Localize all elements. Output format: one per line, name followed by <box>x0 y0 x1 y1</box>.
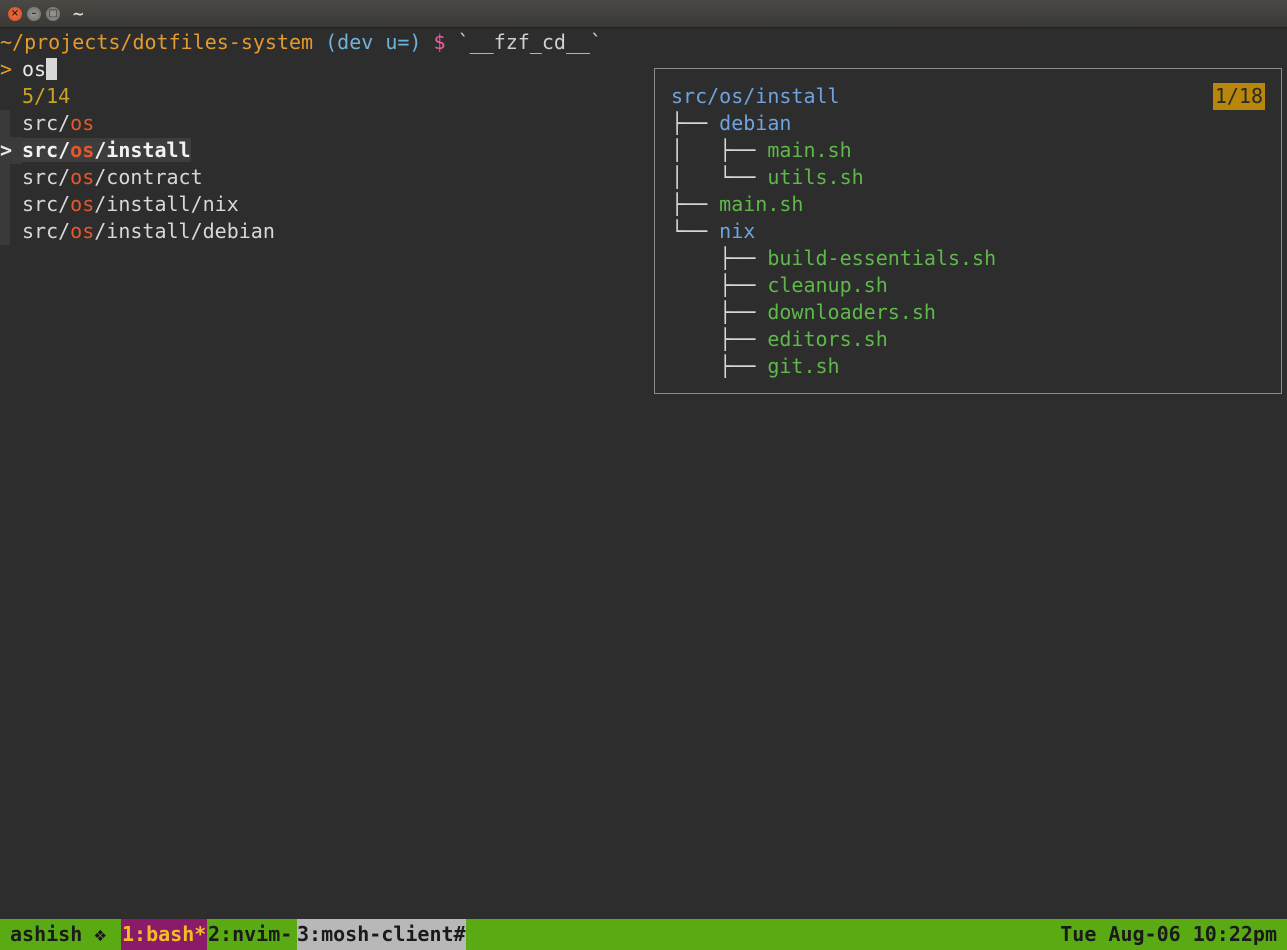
fzf-query-line[interactable]: > os <box>0 56 58 83</box>
fzf-item-prefix: src/ <box>22 111 71 135</box>
tree-file-entry: │ ├── main.sh <box>671 137 852 164</box>
fzf-prompt-marker: > <box>0 57 13 81</box>
fzf-gutter <box>0 110 10 137</box>
fzf-item-suffix: /install/debian <box>94 219 275 243</box>
fzf-query-input[interactable]: os <box>22 57 46 81</box>
fzf-list-item[interactable]: > src/os/install <box>0 137 191 164</box>
tree-dir-name: nix <box>719 219 756 243</box>
fzf-list-item[interactable]: src/os/install/nix <box>0 191 239 218</box>
fzf-item-suffix: /install <box>94 138 191 162</box>
tmux-session-name: ashish ❖ <box>10 922 107 946</box>
tree-file-name: main.sh <box>767 138 852 162</box>
tree-branch: ├── <box>671 273 768 297</box>
tmux-status-bar: ashish ❖ 1:bash* 2:nvim- 3:mosh-client# … <box>0 919 1287 950</box>
tree-dir-name: debian <box>719 111 792 135</box>
window-titlebar: × – □ ~ <box>0 0 1287 28</box>
fzf-match-count: 5/14 <box>22 84 71 108</box>
tree-branch: ├── <box>671 111 720 135</box>
preview-pane: src/os/install 1/18 ├── debian │ ├── main… <box>654 68 1282 394</box>
tmux-window-3[interactable]: 3:mosh-client# <box>297 919 466 950</box>
fzf-item-match: os <box>70 111 95 135</box>
tree-file-name: editors.sh <box>767 327 888 351</box>
fzf-list-item[interactable]: src/os <box>0 110 94 137</box>
tree-dir-entry: └── nix <box>671 218 755 245</box>
fzf-list-item[interactable]: src/os/contract <box>0 164 203 191</box>
fzf-item-text: src/os/contract <box>22 165 203 189</box>
fzf-item-text: src/os <box>22 111 94 135</box>
tree-branch: ├── <box>671 246 768 270</box>
fzf-item-prefix: src/ <box>22 219 71 243</box>
fzf-gutter <box>0 191 10 218</box>
tree-file-entry: ├── git.sh <box>671 353 840 380</box>
tree-file-entry: ├── cleanup.sh <box>671 272 888 299</box>
preview-scroll-counter: 1/18 <box>1212 83 1265 110</box>
fzf-gutter <box>0 218 10 245</box>
tree-file-name: downloaders.sh <box>767 300 936 324</box>
prompt-command: `__fzf_cd__` <box>457 30 603 54</box>
tree-file-name: cleanup.sh <box>767 273 888 297</box>
window-title: ~ <box>72 5 85 23</box>
tmux-window-1[interactable]: 1:bash* <box>121 919 208 950</box>
fzf-pointer: > <box>0 137 22 164</box>
fzf-item-prefix: src/ <box>22 138 71 162</box>
tree-branch: │ └── <box>671 165 768 189</box>
tree-branch: ├── <box>671 354 768 378</box>
fzf-item-suffix: /install/nix <box>94 192 239 216</box>
tree-file-entry: ├── editors.sh <box>671 326 888 353</box>
tmux-window-2[interactable]: 2:nvim- <box>208 919 292 950</box>
tree-branch: ├── <box>671 300 768 324</box>
prompt-path: ~/projects/dotfiles-system <box>0 30 314 54</box>
maximize-icon[interactable]: □ <box>46 7 60 21</box>
fzf-count-line: 5/14 <box>0 83 70 110</box>
fzf-item-match: os <box>70 138 95 162</box>
fzf-item-suffix: /contract <box>94 165 203 189</box>
tree-file-entry: ├── build-essentials.sh <box>671 245 996 272</box>
fzf-item-text: src/os/install/nix <box>22 192 239 216</box>
prompt-git-status: (dev u=) <box>325 30 422 54</box>
tree-file-name: utils.sh <box>767 165 864 189</box>
prompt-symbol: $ <box>433 30 446 54</box>
tree-branch: ├── <box>671 192 720 216</box>
tree-file-name: build-essentials.sh <box>767 246 997 270</box>
minimize-icon[interactable]: – <box>27 7 41 21</box>
fzf-list-item[interactable]: src/os/install/debian <box>0 218 275 245</box>
preview-root-dir: src/os/install <box>671 84 840 108</box>
fzf-item-match: os <box>70 192 95 216</box>
shell-prompt-line: ~/projects/dotfiles-system (dev u=) $ `_… <box>0 29 602 56</box>
tree-dir-entry: ├── debian <box>671 110 791 137</box>
fzf-item-text: src/os/install/debian <box>22 219 275 243</box>
tree-branch: │ ├── <box>671 138 768 162</box>
tree-branch: ├── <box>671 327 768 351</box>
fzf-item-text: src/os/install <box>22 138 191 162</box>
tmux-clock: Tue Aug-06 10:22pm <box>1060 922 1277 946</box>
text-cursor <box>46 58 58 80</box>
fzf-item-match: os <box>70 165 95 189</box>
close-icon[interactable]: × <box>8 7 22 21</box>
tree-file-name: git.sh <box>767 354 840 378</box>
tree-file-entry: ├── main.sh <box>671 191 803 218</box>
tree-file-name: main.sh <box>719 192 804 216</box>
fzf-gutter <box>0 164 10 191</box>
fzf-item-prefix: src/ <box>22 192 71 216</box>
fzf-item-prefix: src/ <box>22 165 71 189</box>
tree-file-entry: ├── downloaders.sh <box>671 299 936 326</box>
fzf-item-match: os <box>70 219 95 243</box>
tree-branch: └── <box>671 219 720 243</box>
tree-file-entry: │ └── utils.sh <box>671 164 864 191</box>
